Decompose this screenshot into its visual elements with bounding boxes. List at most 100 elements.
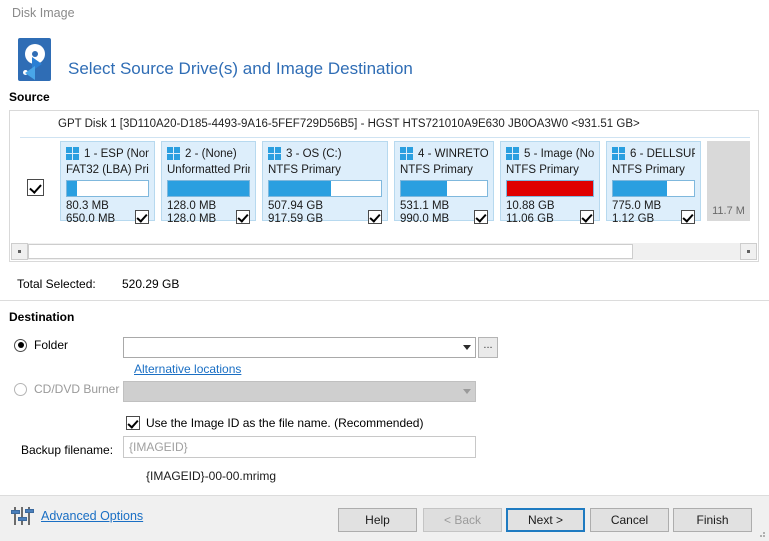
partition-filesystem: FAT32 (LBA) Primar (66, 164, 149, 176)
partition-title: 1 - ESP (None) (84, 147, 149, 160)
partition-checkbox[interactable] (474, 210, 488, 224)
partition-checkbox[interactable] (236, 210, 250, 224)
partition-tile[interactable]: 1 - ESP (None) FAT32 (LBA) Primar 80.3 MB6… (60, 141, 155, 225)
partition-footer: 128.0 MB 128.0 MB (167, 200, 250, 225)
use-image-id-row[interactable]: Use the Image ID as the file name. (Reco… (126, 416, 423, 430)
disk-select-checkbox[interactable] (26, 178, 44, 196)
use-image-id-checkbox[interactable] (126, 416, 140, 430)
section-divider-top (0, 300, 769, 301)
partition-usage-fill (507, 181, 593, 196)
partition-sizes: 531.1 MB 990.0 MB (400, 200, 449, 225)
sliders-icon (11, 506, 34, 526)
hard-drive-image-icon (14, 37, 54, 85)
partition-tile[interactable]: 5 - Image (None) NTFS Primary 10.88 GB11.0… (500, 141, 600, 225)
partition-sizes: 775.0 MB 1.12 GB (612, 200, 661, 225)
disk-header-text: GPT Disk 1 [3D110A20-D185-4493-9A16-5FEF… (58, 118, 640, 130)
scroll-thumb[interactable] (28, 244, 634, 259)
cddvd-radio-row[interactable]: CD/DVD Burner (14, 382, 119, 396)
disk-header-divider (20, 137, 750, 138)
folder-radio-row[interactable]: Folder (14, 338, 68, 352)
next-button[interactable]: Next > (506, 508, 585, 532)
finish-button[interactable]: Finish (673, 508, 752, 532)
cancel-button[interactable]: Cancel (590, 508, 669, 532)
backup-filename-label: Backup filename: (21, 443, 114, 457)
chevron-down-icon[interactable] (458, 345, 475, 350)
partition-sizes: 10.88 GB 11.06 GB (506, 200, 555, 225)
partition-total: 917.59 GB (268, 212, 323, 225)
partition-filesystem: NTFS Primary (506, 164, 579, 176)
partition-usage-bar (506, 180, 594, 197)
partition-header: 6 - DELLSUPPO (612, 146, 695, 161)
scroll-track[interactable] (28, 243, 740, 260)
partition-total: 1.12 GB (612, 212, 655, 225)
page-title: Select Source Drive(s) and Image Destina… (68, 59, 413, 78)
partition-sizes: 507.94 GB 917.59 GB (268, 200, 323, 225)
partition-checkbox[interactable] (681, 210, 695, 224)
advanced-options-link[interactable]: Advanced Options (41, 509, 143, 523)
backup-filename-input[interactable]: {IMAGEID} (123, 436, 476, 458)
partition-footer: 80.3 MB 650.0 MB (66, 200, 149, 225)
partition-title: 3 - OS (C:) (286, 147, 342, 160)
partition-tile[interactable]: 6 - DELLSUPPO NTFS Primary 775.0 MB1.12 GB (606, 141, 701, 225)
partition-total: 650.0 MB (66, 212, 116, 225)
partition-total: 11.06 GB (506, 212, 554, 225)
partition-usage-fill (269, 181, 331, 196)
backup-filename-preview: {IMAGEID}-00-00.mrimg (146, 469, 277, 483)
partition-filesystem: NTFS Primary (612, 164, 685, 176)
partition-header: 4 - WINRETOC (400, 146, 488, 161)
total-selected-value: 520.29 GB (122, 277, 180, 291)
disk-select-cell[interactable] (10, 141, 60, 233)
help-button[interactable]: Help (338, 508, 417, 532)
resize-grip[interactable] (756, 528, 766, 538)
partition-strip: 1 - ESP (None) FAT32 (LBA) Primar 80.3 MB6… (60, 141, 760, 233)
partition-usage-fill (168, 181, 249, 196)
partition-sizes: 128.0 MB 128.0 MB (167, 200, 216, 225)
total-selected-label: Total Selected: (17, 277, 96, 291)
cddvd-radio-label: CD/DVD Burner (34, 382, 120, 396)
partition-filesystem: NTFS Primary (400, 164, 473, 176)
partition-header: 2 - (None) (167, 146, 250, 161)
back-button: < Back (423, 508, 502, 532)
partition-used: 507.94 GB (268, 200, 323, 212)
partition-checkbox[interactable] (580, 210, 594, 224)
partition-filesystem: Unformatted Primary (167, 164, 250, 176)
partition-usage-fill (401, 181, 448, 196)
partition-usage-bar (66, 180, 149, 197)
partition-tile[interactable]: 3 - OS (C:) NTFS Primary 507.94 GB 917.59 G… (262, 141, 388, 225)
partition-footer: 507.94 GB 917.59 GB (268, 200, 382, 225)
alternative-locations-link[interactable]: Alternative locations (134, 362, 241, 376)
partition-usage-bar (167, 180, 250, 197)
folder-radio[interactable] (14, 338, 27, 352)
disk-row: 1 - ESP (None) FAT32 (LBA) Primar 80.3 MB6… (10, 141, 760, 233)
destination-section-label: Destination (9, 310, 75, 324)
page-header: Select Source Drive(s) and Image Destina… (0, 27, 769, 89)
partition-checkbox[interactable] (135, 210, 149, 224)
scroll-left-button[interactable] (11, 243, 28, 260)
partition-tile[interactable]: 2 - (None) Unformatted Primary 128.0 MB128… (161, 141, 256, 225)
windows-logo-icon (506, 147, 519, 160)
partition-title: 5 - Image (None) (524, 147, 594, 160)
partition-title: 2 - (None) (185, 147, 237, 160)
advanced-options-group[interactable]: Advanced Options (11, 506, 143, 526)
windows-logo-icon (612, 147, 625, 160)
partition-tile[interactable]: 4 - WINRETOC NTFS Primary 531.1 MB990.0 MB (394, 141, 494, 225)
browse-folder-button[interactable]: ... (478, 337, 498, 358)
partition-checkbox[interactable] (368, 210, 382, 224)
unallocated-space-label: 11.7 M (712, 205, 745, 217)
partition-usage-bar (268, 180, 382, 197)
folder-path-combobox[interactable] (123, 337, 476, 358)
partition-usage-bar (612, 180, 695, 197)
windows-logo-icon (66, 147, 79, 160)
windows-logo-icon (268, 147, 281, 160)
windows-logo-icon (400, 147, 413, 160)
scroll-right-button[interactable] (740, 243, 757, 260)
partition-footer: 775.0 MB 1.12 GB (612, 200, 695, 225)
cddvd-radio[interactable] (14, 382, 27, 396)
partition-header: 1 - ESP (None) (66, 146, 149, 161)
partition-footer: 10.88 GB 11.06 GB (506, 200, 594, 225)
partition-usage-fill (613, 181, 668, 196)
cddvd-burner-combobox (123, 381, 476, 402)
partition-used: 10.88 GB (506, 200, 555, 212)
source-section-label: Source (9, 90, 50, 104)
partition-scrollbar[interactable] (11, 243, 757, 260)
